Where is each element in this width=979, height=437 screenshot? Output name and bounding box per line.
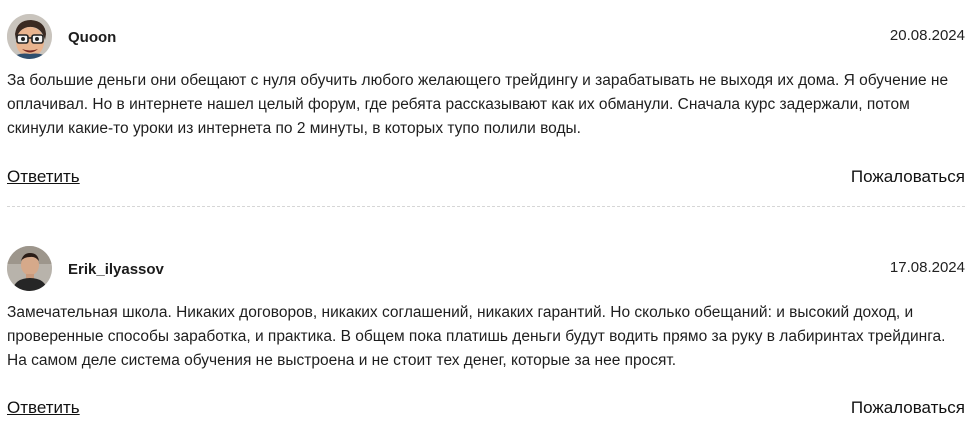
reply-link[interactable]: Ответить: [7, 398, 80, 418]
user-avatar[interactable]: [7, 14, 52, 59]
comment-author[interactable]: Erik_ilyassov: [68, 261, 164, 278]
comment-date: 17.08.2024: [889, 259, 965, 276]
reply-link[interactable]: Ответить: [7, 167, 80, 187]
comment-item: Quoon 20.08.2024 За большие деньги они о…: [7, 14, 965, 186]
comment-actions: Ответить Пожаловаться: [7, 398, 965, 422]
comment-item: Erik_ilyassov 17.08.2024 Замечательная ш…: [7, 246, 965, 417]
comment-header: Quoon 20.08.2024: [7, 14, 965, 60]
report-link[interactable]: Пожаловаться: [851, 167, 965, 187]
comment-text: За большие деньги они обещают с нуля обу…: [7, 72, 949, 137]
comment-date: 20.08.2024: [889, 27, 965, 44]
comment-actions: Ответить Пожаловаться: [7, 167, 965, 191]
user-photo-icon: [7, 246, 52, 291]
comment-author[interactable]: Quoon: [68, 29, 116, 46]
comment-header: Erik_ilyassov 17.08.2024: [7, 246, 965, 292]
comment-divider: [7, 206, 965, 207]
user-avatar[interactable]: [7, 246, 52, 291]
report-link[interactable]: Пожаловаться: [851, 398, 965, 418]
comment-text: Замечательная школа. Никаких договоров, …: [7, 304, 946, 369]
cartoon-face-icon: [7, 14, 52, 59]
